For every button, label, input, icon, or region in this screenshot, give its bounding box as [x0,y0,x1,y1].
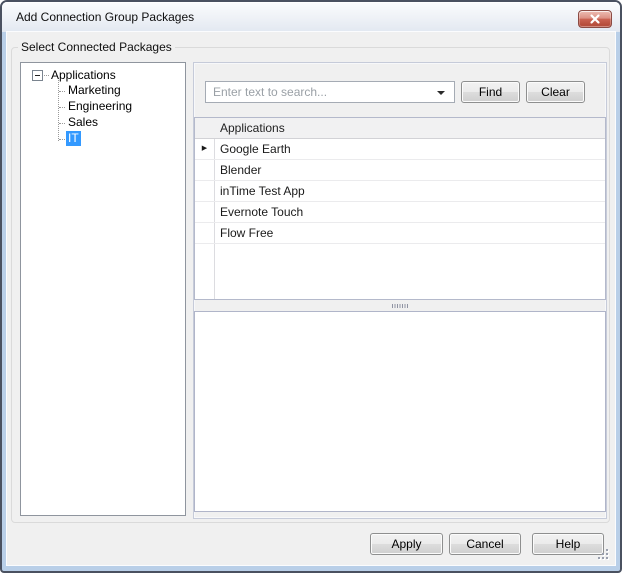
clear-button[interactable]: Clear [526,81,585,103]
table-cell-application[interactable]: Evernote Touch [220,202,605,222]
tree-item-label[interactable]: Engineering [66,99,134,114]
window-title: Add Connection Group Packages [16,10,195,24]
table-cell-application[interactable]: inTime Test App [220,181,605,201]
tree-item-label[interactable]: IT [66,131,81,146]
packages-tree[interactable]: Applications Marketing Engineering Sales… [20,62,186,516]
help-button[interactable]: Help [532,533,604,555]
cancel-button[interactable]: Cancel [449,533,521,555]
tree-item-label[interactable]: Sales [66,115,100,130]
dialog-add-connection-group-packages: Add Connection Group Packages Select Con… [0,0,622,573]
close-button[interactable] [578,10,612,28]
right-arrow-icon [195,160,214,180]
tree-item-label[interactable]: Marketing [66,83,123,98]
table-cell-application[interactable]: Blender [220,160,605,180]
tree-root-row[interactable]: Applications [21,67,185,83]
chevron-down-icon[interactable] [437,91,445,95]
tree-item[interactable]: Engineering [21,99,185,115]
details-panel[interactable] [194,311,606,512]
minus-expander-icon[interactable] [32,70,43,81]
table-cell-application[interactable]: Flow Free [220,223,605,243]
search-combobox[interactable] [205,81,455,103]
splitter-grip-icon[interactable] [392,304,408,308]
tree-children: Marketing Engineering Sales IT [21,83,185,147]
table-row[interactable]: Blender [195,160,605,181]
horizontal-splitter[interactable] [194,300,606,311]
right-arrow-icon [195,181,214,201]
groupbox-label: Select Connected Packages [18,40,175,54]
grid-header-label: Applications [220,121,285,135]
tree-root-label[interactable]: Applications [49,67,118,83]
right-arrow-icon [195,223,214,243]
table-row[interactable]: ▶ Google Earth [195,139,605,160]
find-button[interactable]: Find [461,81,520,103]
table-row[interactable]: Evernote Touch [195,202,605,223]
resize-grip-icon[interactable] [598,549,610,561]
search-input[interactable] [206,82,441,102]
title-bar[interactable]: Add Connection Group Packages [2,2,620,32]
close-icon [590,14,600,24]
grid-rows: ▶ Google Earth Blender inTime Test App E… [195,139,605,244]
tree-item[interactable]: Sales [21,115,185,131]
tree-item[interactable]: Marketing [21,83,185,99]
table-row[interactable]: inTime Test App [195,181,605,202]
applications-grid[interactable]: Applications ▶ Google Earth Blender inTi… [194,117,606,300]
right-arrow-icon: ▶ [201,145,208,152]
tree-item[interactable]: IT [21,131,185,147]
right-arrow-icon [195,202,214,222]
table-row[interactable]: Flow Free [195,223,605,244]
table-cell-application[interactable]: Google Earth [220,139,605,159]
grid-column-header[interactable]: Applications [195,118,605,139]
apply-button[interactable]: Apply [370,533,443,555]
